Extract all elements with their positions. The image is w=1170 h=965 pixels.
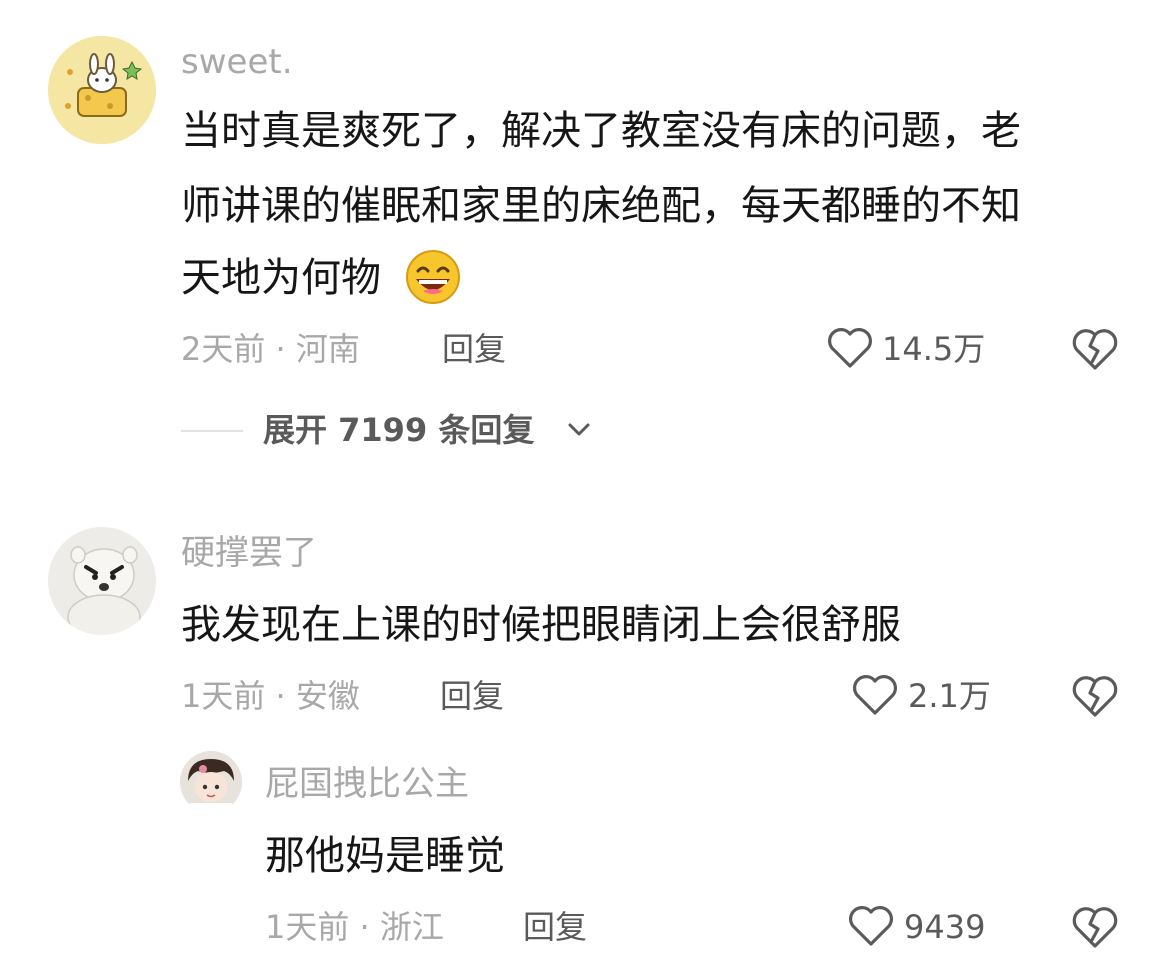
comment-meta: 1天前 · 安徽 <box>181 677 360 715</box>
broken-heart-icon[interactable] <box>1070 673 1120 719</box>
username[interactable]: 屁国拽比公主 <box>265 764 469 804</box>
reply-button[interactable]: 回复 <box>440 676 504 716</box>
heart-icon[interactable] <box>851 673 899 717</box>
grin-emoji-icon <box>403 249 463 309</box>
divider <box>181 430 243 432</box>
reply-button[interactable]: 回复 <box>442 329 506 369</box>
like-count: 14.5万 <box>882 330 986 368</box>
username[interactable]: sweet. <box>181 42 293 82</box>
broken-heart-icon[interactable] <box>1070 326 1120 372</box>
reply-button[interactable]: 回复 <box>523 907 587 947</box>
comment-text-line: 当时真是爽死了，解决了教室没有床的问题，老 <box>181 108 1021 154</box>
avatar[interactable] <box>48 527 156 635</box>
like-count: 2.1万 <box>908 677 991 715</box>
comment-meta: 2天前 · 河南 <box>181 330 360 368</box>
comment-meta: 1天前 · 浙江 <box>265 908 444 946</box>
username[interactable]: 硬撑罢了 <box>181 533 317 573</box>
comment-text-line: 那他妈是睡觉 <box>265 833 505 879</box>
like-count: 9439 <box>904 908 986 946</box>
avatar[interactable] <box>180 751 242 813</box>
broken-heart-icon[interactable] <box>1070 904 1120 950</box>
comment-text-line: 师讲课的催眠和家里的床绝配，每天都睡的不知 <box>181 183 1021 229</box>
heart-icon[interactable] <box>826 326 874 370</box>
comment-text-line: 天地为何物 <box>181 255 381 301</box>
comment-text-line: 我发现在上课的时候把眼睛闭上会很舒服 <box>181 602 901 648</box>
expand-replies-button[interactable]: 展开 7199 条回复 <box>263 410 534 450</box>
chevron-down-icon[interactable] <box>566 420 592 440</box>
avatar[interactable] <box>48 36 156 144</box>
heart-icon[interactable] <box>847 904 895 948</box>
